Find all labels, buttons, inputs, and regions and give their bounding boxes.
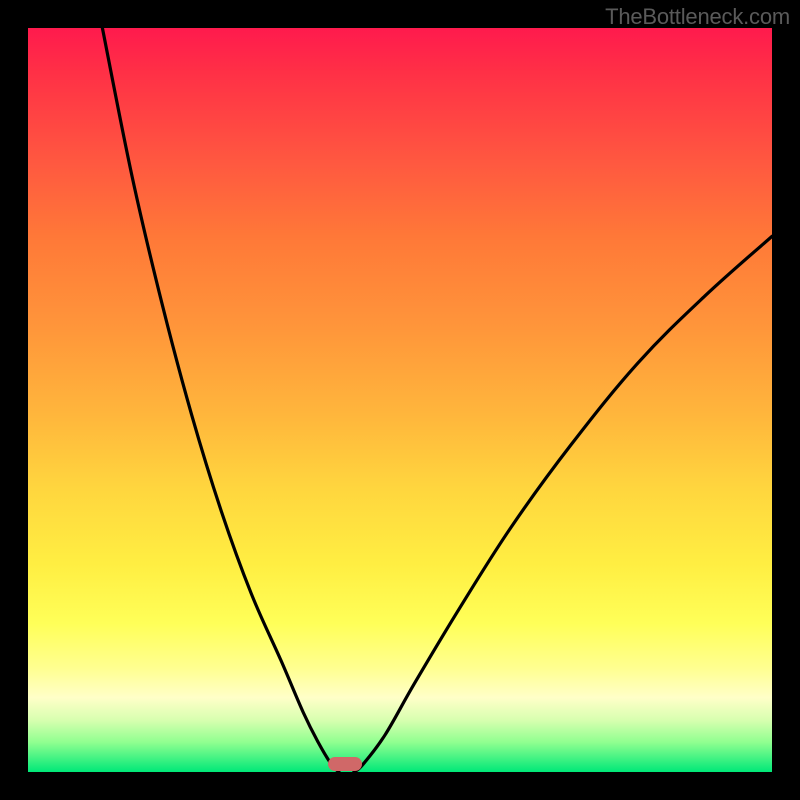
bottleneck-curve [28, 28, 772, 772]
optimal-marker [328, 757, 362, 771]
attribution-text: TheBottleneck.com [605, 4, 790, 30]
chart-plot-area [28, 28, 772, 772]
